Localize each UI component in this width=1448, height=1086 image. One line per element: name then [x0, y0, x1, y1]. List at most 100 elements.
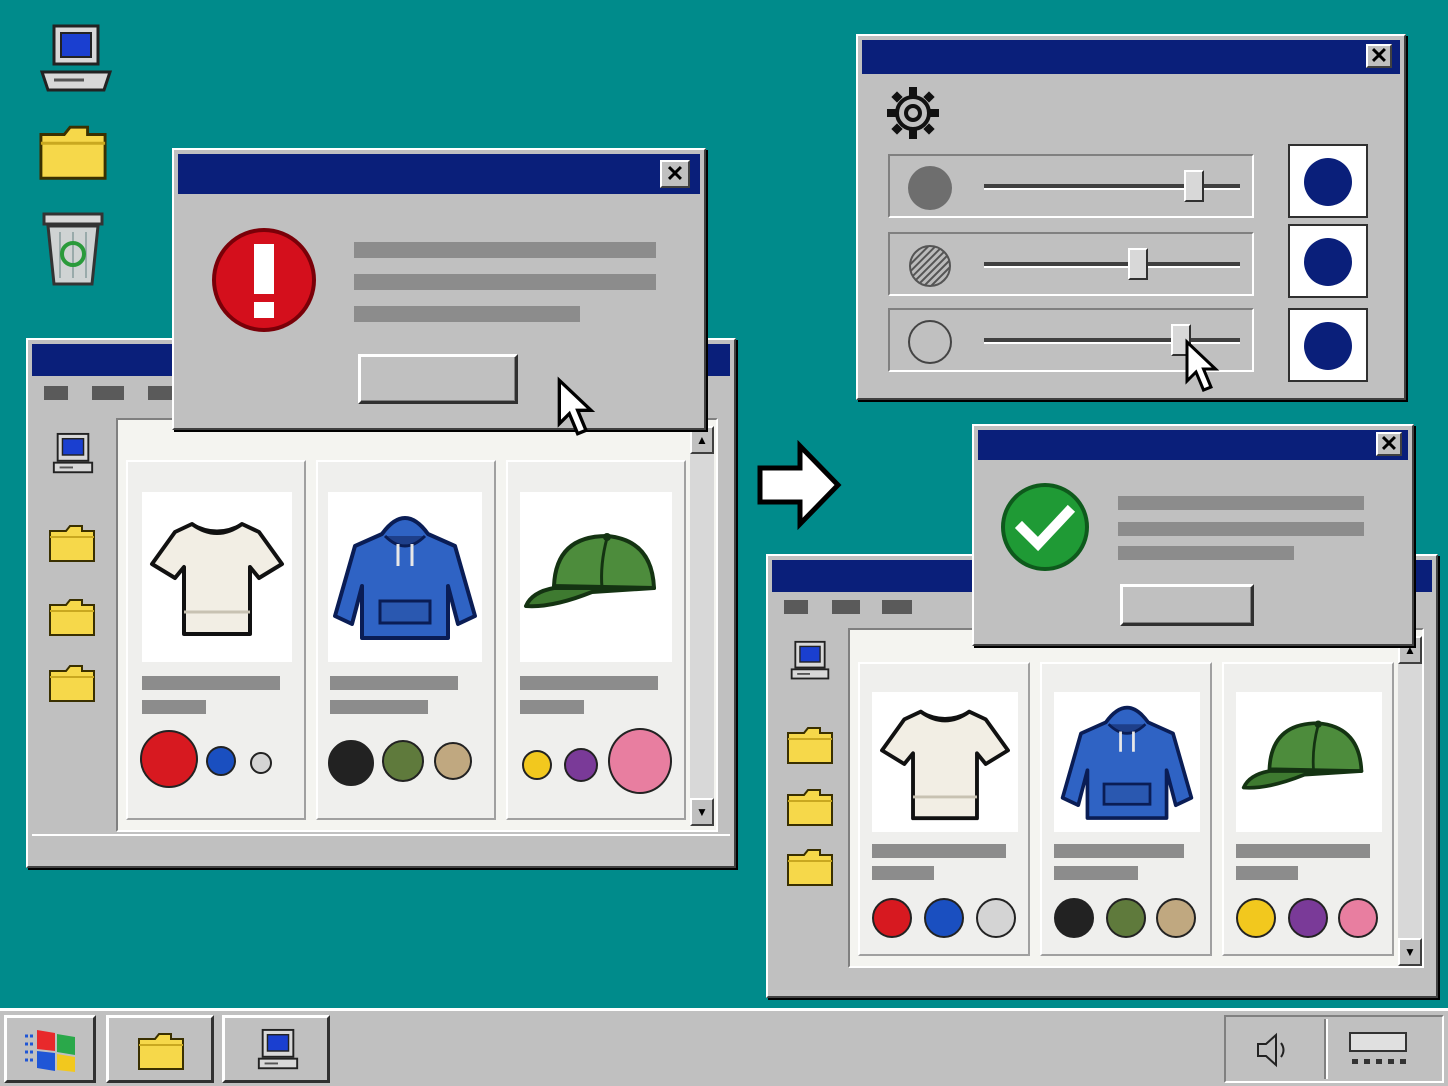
gear-icon	[884, 84, 942, 142]
color-swatch[interactable]	[608, 728, 672, 794]
scrollbar[interactable]: ▲ ▼	[690, 426, 714, 826]
message-line-placeholder	[354, 274, 656, 290]
success-dialog: ✕	[972, 424, 1414, 646]
sidebar-folder-icon[interactable]	[786, 786, 834, 828]
menu-item-stub[interactable]	[784, 600, 808, 614]
settings-dialog-titlebar[interactable]	[862, 40, 1400, 74]
product-title-placeholder	[1236, 844, 1370, 858]
close-icon: ✕	[665, 161, 685, 186]
color-swatch[interactable]	[1054, 898, 1094, 938]
start-button[interactable]	[4, 1015, 96, 1083]
close-button[interactable]: ✕	[1376, 432, 1402, 456]
product-price-placeholder	[1054, 866, 1138, 880]
sidebar-computer-icon[interactable]	[788, 640, 832, 684]
scroll-up-button[interactable]: ▲	[690, 426, 714, 454]
outline-circle-icon	[908, 320, 952, 364]
recycle-bin-icon[interactable]	[38, 204, 108, 288]
product-card-cap[interactable]	[506, 460, 686, 820]
mouse-cursor-icon	[556, 374, 596, 440]
desktop-my-computer-icon[interactable]	[36, 22, 116, 96]
color-swatch[interactable]	[564, 748, 598, 782]
menu-item-stub[interactable]	[882, 600, 912, 614]
error-exclamation-icon	[210, 226, 318, 334]
arrow-right-icon	[754, 440, 844, 530]
product-card-hoodie[interactable]	[1040, 662, 1212, 956]
start-logo-icon	[23, 1026, 79, 1074]
taskbar-computer-button[interactable]	[222, 1015, 330, 1083]
product-image	[872, 692, 1018, 832]
scroll-down-button[interactable]: ▼	[1398, 938, 1422, 966]
option-toggle[interactable]	[1288, 308, 1368, 382]
error-dialog-titlebar[interactable]	[178, 154, 700, 194]
slider-track[interactable]	[984, 262, 1240, 268]
color-swatch[interactable]	[250, 752, 272, 774]
option-dot	[1304, 322, 1352, 370]
color-swatch[interactable]	[1106, 898, 1146, 938]
message-line-placeholder	[1118, 546, 1294, 560]
close-button[interactable]: ✕	[660, 160, 690, 188]
color-swatch[interactable]	[328, 740, 374, 786]
product-title-placeholder	[330, 676, 458, 690]
color-swatch[interactable]	[522, 750, 552, 780]
sidebar-folder-icon[interactable]	[786, 846, 834, 888]
product-image	[520, 492, 672, 662]
system-tray	[1224, 1015, 1444, 1083]
hatched-circle-icon	[908, 244, 952, 288]
product-title-placeholder	[142, 676, 280, 690]
slider-thumb[interactable]	[1183, 170, 1204, 202]
color-swatch[interactable]	[1338, 898, 1378, 938]
option-dot	[1304, 238, 1352, 286]
keyboard-icon[interactable]	[1346, 1029, 1412, 1071]
taskbar-folder-button[interactable]	[106, 1015, 214, 1083]
desktop-folder-icon[interactable]	[38, 120, 108, 184]
sidebar	[32, 418, 118, 832]
sidebar-folder-icon[interactable]	[48, 596, 96, 638]
menu-item-stub[interactable]	[92, 386, 124, 400]
color-swatch[interactable]	[1288, 898, 1328, 938]
product-price-placeholder	[142, 700, 206, 714]
product-image	[328, 492, 482, 662]
message-line-placeholder	[1118, 522, 1364, 536]
color-swatch[interactable]	[976, 898, 1016, 938]
scroll-down-button[interactable]: ▼	[690, 798, 714, 826]
ok-button[interactable]	[1120, 584, 1254, 626]
color-swatch[interactable]	[140, 730, 198, 788]
speaker-icon[interactable]	[1254, 1031, 1294, 1069]
color-swatch[interactable]	[872, 898, 912, 938]
product-image	[1236, 692, 1382, 832]
sidebar-folder-icon[interactable]	[48, 662, 96, 704]
product-card-tshirt[interactable]	[858, 662, 1030, 956]
product-price-placeholder	[872, 866, 934, 880]
settings-dialog: ✕	[856, 34, 1406, 400]
sidebar-folder-icon[interactable]	[786, 724, 834, 766]
option-toggle[interactable]	[1288, 224, 1368, 298]
color-swatch[interactable]	[206, 746, 236, 776]
close-button[interactable]: ✕	[1366, 44, 1392, 68]
menu-item-stub[interactable]	[44, 386, 68, 400]
product-price-placeholder	[1236, 866, 1298, 880]
my-computer-icon	[255, 1028, 301, 1074]
menu-item-stub[interactable]	[148, 386, 172, 400]
product-grid: ▲ ▼	[848, 628, 1424, 968]
message-line-placeholder	[354, 242, 656, 258]
product-card-cap[interactable]	[1222, 662, 1394, 956]
sidebar-folder-icon[interactable]	[48, 522, 96, 564]
menu-item-stub[interactable]	[832, 600, 860, 614]
error-dialog: ✕	[172, 148, 706, 430]
color-swatch[interactable]	[924, 898, 964, 938]
color-swatch[interactable]	[1236, 898, 1276, 938]
color-swatch[interactable]	[382, 740, 424, 782]
ok-button[interactable]	[358, 354, 518, 404]
color-swatch[interactable]	[1156, 898, 1196, 938]
slider-thumb[interactable]	[1127, 248, 1148, 280]
color-swatch[interactable]	[434, 742, 472, 780]
sidebar-computer-icon[interactable]	[50, 432, 96, 478]
product-card-hoodie[interactable]	[316, 460, 496, 820]
product-price-placeholder	[520, 700, 584, 714]
mouse-cursor-icon	[1184, 336, 1220, 396]
option-toggle[interactable]	[1288, 144, 1368, 218]
product-card-tshirt[interactable]	[126, 460, 306, 820]
success-dialog-titlebar[interactable]	[978, 430, 1408, 460]
scrollbar[interactable]: ▲ ▼	[1398, 636, 1422, 966]
slider-row	[888, 232, 1254, 296]
